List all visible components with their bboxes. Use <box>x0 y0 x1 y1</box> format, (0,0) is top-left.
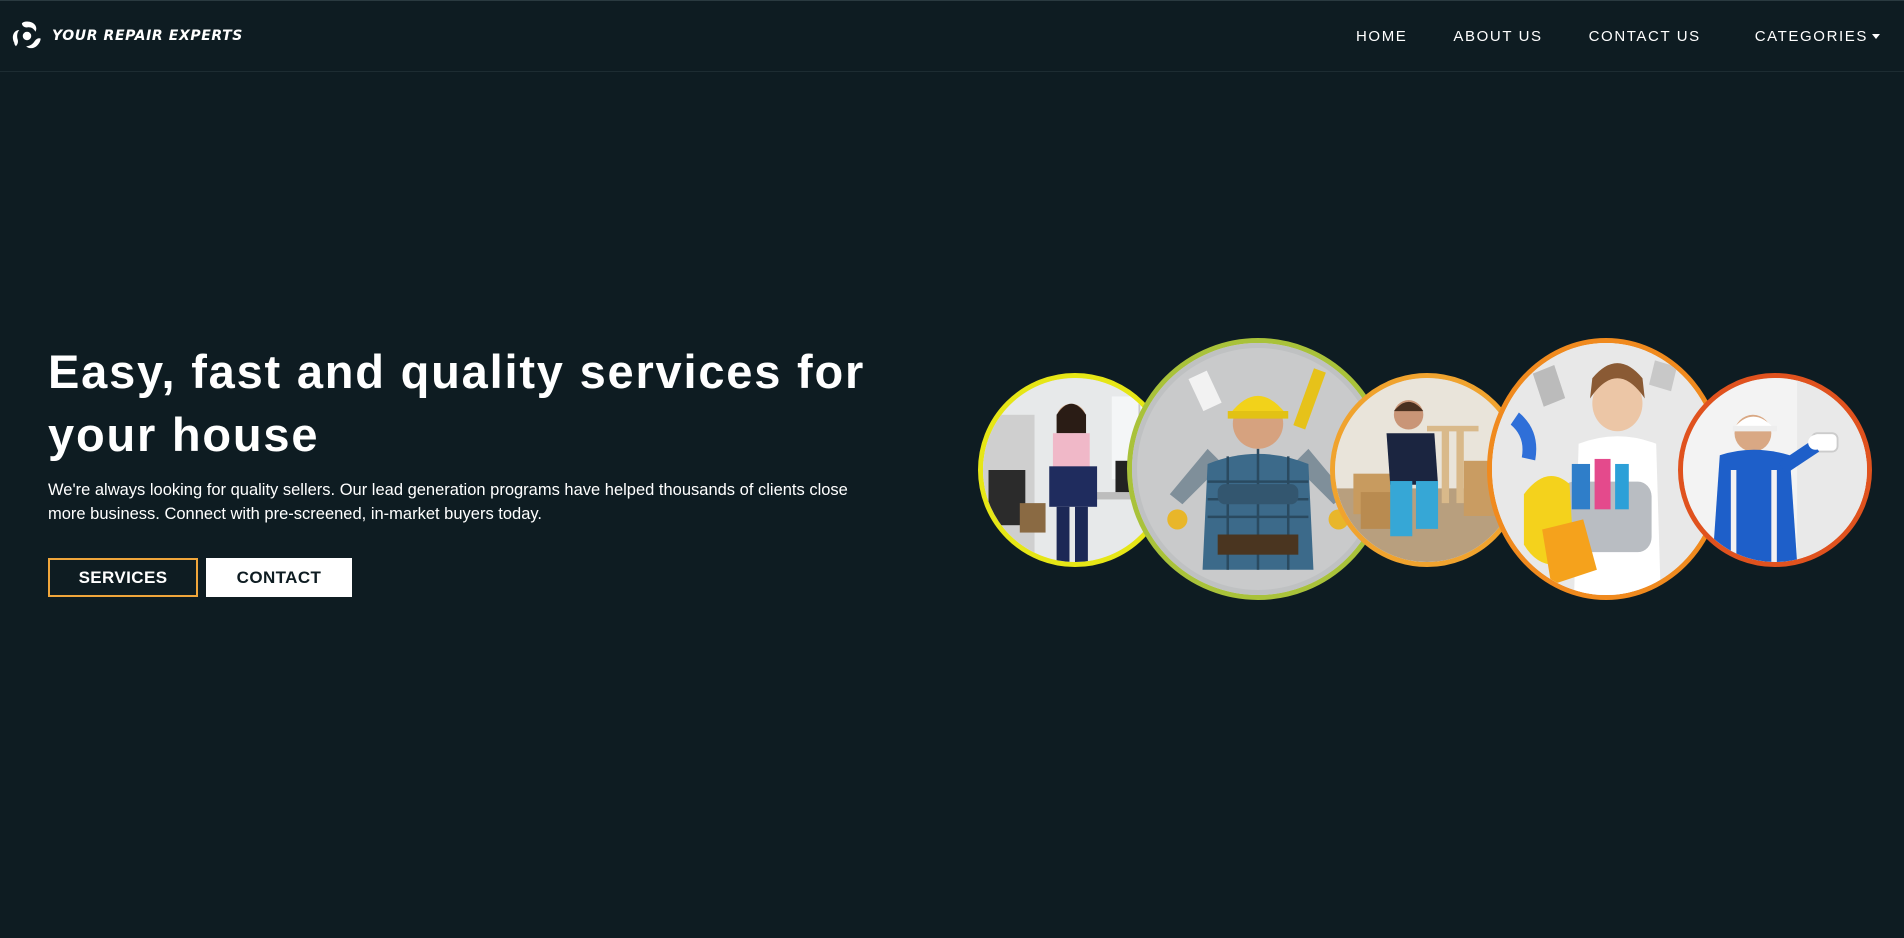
page: YOUR REPAIR EXPERTS HOME ABOUT US CONTAC… <box>0 0 1904 938</box>
nav-categories-dropdown[interactable]: CATEGORIES <box>1755 28 1880 45</box>
hero-title: Easy, fast and quality services for your… <box>48 345 866 461</box>
brand[interactable]: YOUR REPAIR EXPERTS <box>10 19 243 53</box>
caret-down-icon <box>1872 33 1880 39</box>
services-button[interactable]: SERVICES <box>48 558 198 597</box>
contact-button[interactable]: CONTACT <box>206 558 352 597</box>
swirl-logo-icon <box>12 21 41 49</box>
nav-categories-label: CATEGORIES <box>1754 27 1868 45</box>
nav-links: HOME ABOUT US CONTACT US CATEGORIES <box>1310 28 1880 45</box>
brand-name: YOUR REPAIR EXPERTS <box>52 28 243 44</box>
nav-contact-us[interactable]: CONTACT US <box>1589 28 1701 45</box>
nav-about-us[interactable]: ABOUT US <box>1453 28 1542 45</box>
services-image-collage <box>975 338 1875 608</box>
nav-home[interactable]: HOME <box>1356 28 1407 45</box>
painter-photo <box>1678 373 1872 567</box>
hero-description: We're always looking for quality sellers… <box>48 481 848 523</box>
navbar: YOUR REPAIR EXPERTS HOME ABOUT US CONTAC… <box>0 0 1904 72</box>
